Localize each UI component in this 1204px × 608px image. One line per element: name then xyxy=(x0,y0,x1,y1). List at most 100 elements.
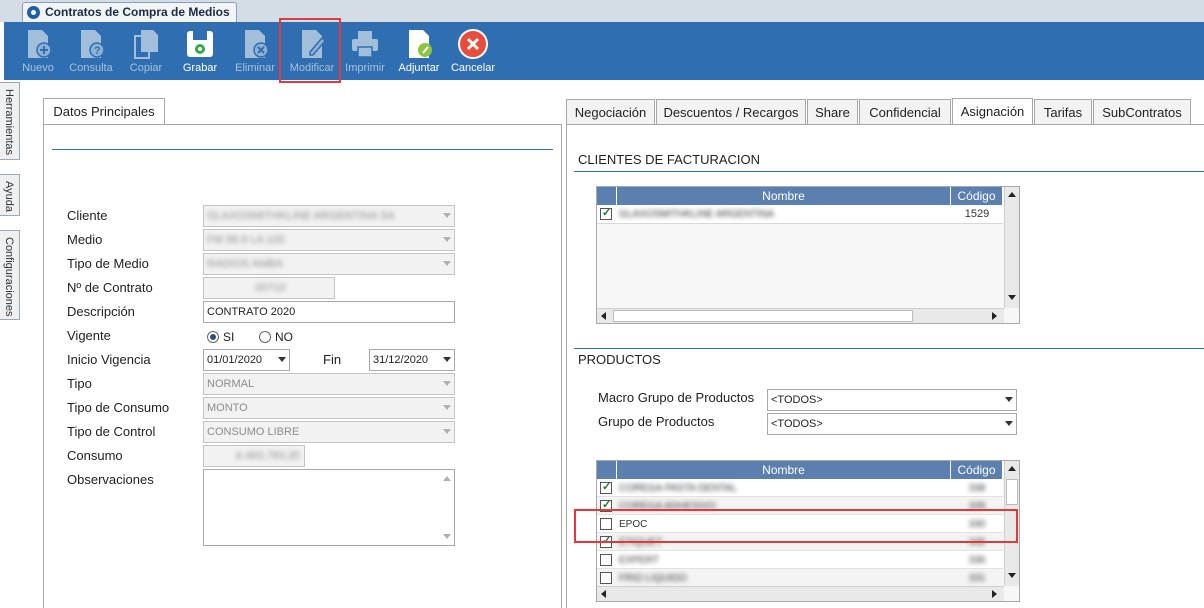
side-tab-herramientas[interactable]: Herramientas xyxy=(0,82,20,160)
cliente-row-checkbox[interactable] xyxy=(600,206,612,220)
scroll-down-icon[interactable] xyxy=(1008,295,1016,300)
clientes-col-codigo[interactable]: Código xyxy=(951,187,1003,205)
fin-label: Fin xyxy=(323,352,342,367)
descripcion-field[interactable]: CONTRATO 2020 xyxy=(203,301,455,323)
producto-row-nombre: COREGA PASTA DENTAL xyxy=(619,483,737,494)
clientes-grid: Nombre Código GLAXOSMITHKLINE ARGENTINA … xyxy=(596,186,1020,324)
producto-row-codigo: 338 xyxy=(968,483,986,494)
table-row[interactable]: EXPERT 336 xyxy=(597,551,1003,569)
tab-subcontratos[interactable]: SubContratos xyxy=(1093,99,1191,125)
cancelar-button[interactable]: Cancelar xyxy=(449,22,497,80)
side-tab-ayuda[interactable]: Ayuda xyxy=(0,174,20,216)
producto-row-checkbox[interactable] xyxy=(600,480,612,494)
observaciones-textarea[interactable] xyxy=(203,469,455,546)
tipo-medio-select[interactable]: RADIOS AMBA xyxy=(203,253,455,275)
producto-row-checkbox[interactable] xyxy=(600,572,612,584)
clientes-vscrollbar[interactable] xyxy=(1004,187,1019,308)
cancelar-label: Cancelar xyxy=(450,62,496,74)
imprimir-label: Imprimir xyxy=(345,62,385,74)
tipo-consumo-value: MONTO xyxy=(207,402,248,414)
observaciones-label: Observaciones xyxy=(67,472,154,487)
printer-icon xyxy=(352,31,378,58)
table-row[interactable]: GLAXOSMITHKLINE ARGENTINA 1529 xyxy=(597,205,1003,224)
grupo-productos-select[interactable]: <TODOS> xyxy=(767,413,1017,435)
tab-negociacion-label: Negociación xyxy=(574,105,647,120)
productos-col-nombre[interactable]: Nombre xyxy=(617,461,951,479)
tipo-consumo-label: Tipo de Consumo xyxy=(67,400,170,415)
tab-descuentos-recargos[interactable]: Descuentos / Recargos xyxy=(656,99,806,125)
tab-subcontratos-label: SubContratos xyxy=(1102,105,1182,120)
vigente-si-radio[interactable] xyxy=(207,331,219,343)
clientes-hscroll-thumb[interactable] xyxy=(613,310,913,322)
chevron-down-icon[interactable] xyxy=(443,357,451,362)
tab-asignacion-label: Asignación xyxy=(960,104,1025,119)
scroll-down-icon[interactable] xyxy=(1008,573,1016,578)
fin-date[interactable]: 31/12/2020 xyxy=(369,349,455,371)
inicio-vigencia-label: Inicio Vigencia xyxy=(67,352,151,367)
medio-select[interactable]: FM 99.9 LA 100 xyxy=(203,229,455,251)
tipo-control-value: CONSUMO LIBRE xyxy=(207,426,300,438)
side-tab-configuraciones-label: Configuraciones xyxy=(3,237,15,317)
adjuntar-button[interactable]: Adjuntar xyxy=(395,22,443,80)
tab-confidencial-label: Confidencial xyxy=(869,105,941,120)
producto-row-codigo: 331 xyxy=(968,573,986,584)
consumo-label: Consumo xyxy=(67,448,123,463)
document-tab[interactable]: Contratos de Compra de Medios xyxy=(22,2,237,22)
scroll-up-icon[interactable] xyxy=(1008,466,1016,471)
tab-asignacion[interactable]: Asignación xyxy=(952,98,1033,125)
eliminar-button[interactable]: Eliminar xyxy=(230,22,280,80)
chevron-down-icon[interactable] xyxy=(1005,421,1013,426)
tab-tarifas[interactable]: Tarifas xyxy=(1034,99,1092,125)
scroll-up-icon[interactable] xyxy=(443,476,451,481)
nro-contrato-field[interactable]: 00710 xyxy=(203,277,335,299)
tab-confidencial[interactable]: Confidencial xyxy=(859,99,951,125)
tipo-control-select[interactable]: CONSUMO LIBRE xyxy=(203,421,455,443)
clientes-hscrollbar[interactable] xyxy=(597,308,1004,323)
tab-tarifas-label: Tarifas xyxy=(1043,105,1083,120)
scroll-right-icon[interactable] xyxy=(992,312,997,320)
inicio-vigencia-date[interactable]: 01/01/2020 xyxy=(203,349,290,371)
descripcion-value: CONTRATO 2020 xyxy=(207,306,296,318)
table-row[interactable]: FRIO LIQUIDO 331 xyxy=(597,569,1003,586)
scroll-down-icon[interactable] xyxy=(443,534,451,539)
productos-col-codigo[interactable]: Código xyxy=(951,461,1003,479)
chevron-down-icon[interactable] xyxy=(1005,397,1013,402)
tab-share[interactable]: Share xyxy=(807,99,858,125)
side-tab-configuraciones[interactable]: Configuraciones xyxy=(0,230,20,320)
grabar-button[interactable]: Grabar xyxy=(176,22,224,80)
scroll-right-icon[interactable] xyxy=(992,590,997,598)
imprimir-button[interactable]: Imprimir xyxy=(342,22,388,80)
scroll-left-icon[interactable] xyxy=(601,590,606,598)
chevron-down-icon xyxy=(443,429,451,434)
producto-row-nombre: FRIO LIQUIDO xyxy=(619,573,687,584)
consulta-button[interactable]: ? Consulta xyxy=(66,22,116,80)
side-tab-ayuda-label: Ayuda xyxy=(3,181,15,212)
tipo-consumo-select[interactable]: MONTO xyxy=(203,397,455,419)
producto-row-checkbox[interactable] xyxy=(600,554,612,566)
scroll-up-icon[interactable] xyxy=(1008,192,1016,197)
nuevo-button[interactable]: Nuevo xyxy=(16,22,60,80)
svg-text:?: ? xyxy=(94,45,101,57)
toolbar: Nuevo ? Consulta Copiar Grabar Eliminar … xyxy=(4,22,1204,80)
nuevo-label: Nuevo xyxy=(22,62,54,74)
tab-negociacion[interactable]: Negociación xyxy=(566,99,655,125)
chevron-down-icon[interactable] xyxy=(278,357,286,362)
clientes-section-title: CLIENTES DE FACTURACION xyxy=(578,152,761,167)
productos-hscrollbar[interactable] xyxy=(597,586,1004,601)
consumo-field[interactable]: 6.463.783,35 xyxy=(203,445,305,467)
scroll-left-icon[interactable] xyxy=(601,312,606,320)
floppy-save-icon xyxy=(187,31,213,57)
inicio-vigencia-value: 01/01/2020 xyxy=(207,354,263,366)
cliente-select[interactable]: GLAXOSMITHKLINE ARGENTINA SA xyxy=(203,205,455,227)
copiar-button[interactable]: Copiar xyxy=(124,22,168,80)
macro-grupo-select[interactable]: <TODOS> xyxy=(767,389,1017,411)
tab-datos-principales[interactable]: Datos Principales xyxy=(43,98,165,125)
clientes-col-nombre[interactable]: Nombre xyxy=(617,187,951,205)
vigente-no-radio[interactable] xyxy=(259,331,271,343)
cancel-icon xyxy=(458,29,488,59)
vigente-no-label: NO xyxy=(275,330,293,344)
tipo-select[interactable]: NORMAL xyxy=(203,373,455,395)
observaciones-scrollbar[interactable] xyxy=(440,470,454,545)
table-row[interactable]: COREGA PASTA DENTAL 338 xyxy=(597,479,1003,497)
productos-vscroll-thumb[interactable] xyxy=(1006,479,1018,505)
